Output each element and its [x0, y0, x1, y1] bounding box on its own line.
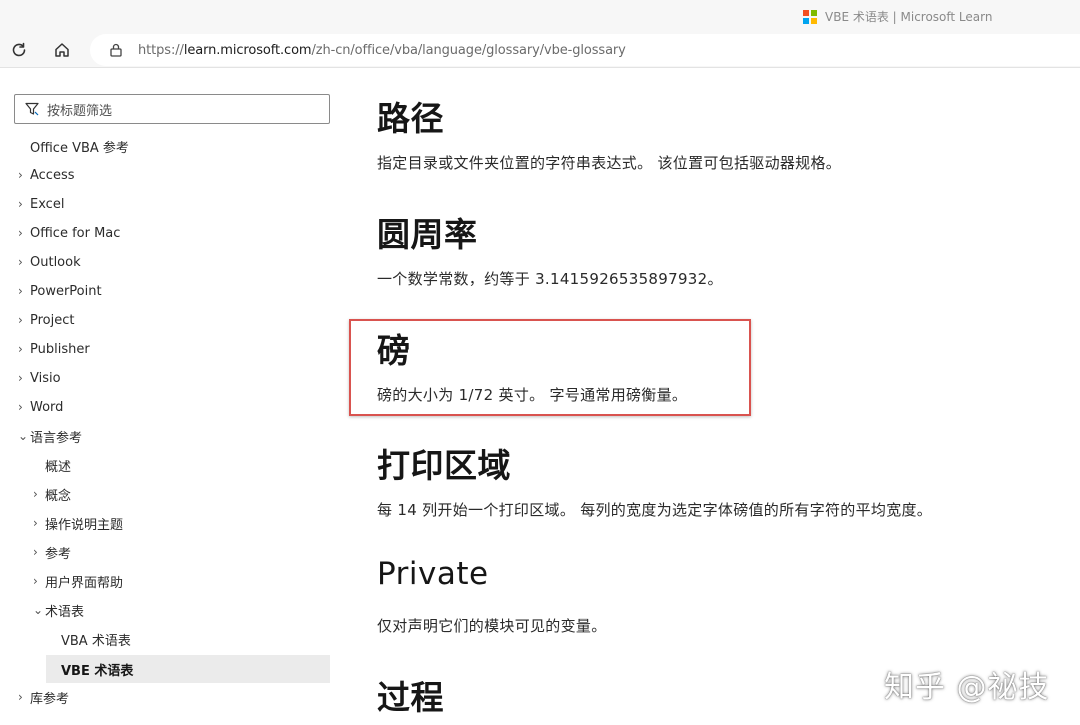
chevron-right-icon: ›	[33, 574, 38, 588]
toc-item-language-reference[interactable]: ⌄ 语言参考	[18, 424, 82, 448]
toc-item-office-for-mac[interactable]: › Office for Mac	[18, 221, 120, 245]
term-heading: 打印区域	[377, 446, 511, 485]
toc-item-office-vba[interactable]: Office VBA 参考	[30, 134, 129, 158]
address-bar[interactable]: https://learn.microsoft.com/zh-cn/office…	[90, 34, 1080, 66]
toc-item-vbe-glossary[interactable]: VBE 术语表	[46, 655, 330, 683]
toc-item-ui-help[interactable]: › 用户界面帮助	[33, 569, 123, 593]
chevron-right-icon: ›	[18, 284, 23, 298]
chevron-right-icon: ›	[18, 255, 23, 269]
browser-chrome: VBE 术语表 | Microsoft Learn https://learn.…	[0, 0, 1080, 68]
term-heading: 过程	[377, 678, 444, 717]
toc-item-glossary[interactable]: ⌄ 术语表	[33, 598, 84, 622]
toc-item-outlook[interactable]: › Outlook	[18, 250, 81, 274]
term-definition: 每 14 列开始一个打印区域。 每列的宽度为选定字体磅值的所有字符的平均宽度。	[377, 501, 933, 519]
toc-item-visio[interactable]: › Visio	[18, 366, 61, 390]
tab-title: VBE 术语表 | Microsoft Learn	[825, 10, 993, 24]
term-heading: Private	[377, 556, 489, 592]
chevron-right-icon: ›	[18, 342, 23, 356]
microsoft-logo	[803, 9, 817, 24]
home-icon[interactable]	[51, 39, 73, 61]
term-heading: 路径	[377, 99, 444, 138]
chevron-right-icon: ›	[33, 545, 38, 559]
chevron-right-icon: ›	[18, 226, 23, 240]
refresh-icon[interactable]	[8, 39, 30, 61]
chevron-right-icon: ›	[18, 197, 23, 211]
chevron-right-icon: ›	[33, 516, 38, 530]
chevron-right-icon: ›	[18, 400, 23, 414]
toc-item-vba-glossary[interactable]: VBA 术语表	[61, 627, 131, 651]
chevron-right-icon: ›	[18, 690, 23, 704]
lock-icon	[110, 43, 122, 57]
toc-item-word[interactable]: › Word	[18, 395, 63, 419]
highlight-annotation-box	[349, 319, 751, 416]
term-heading: 圆周率	[377, 215, 478, 254]
toc-item-library-reference[interactable]: › 库参考	[18, 685, 69, 709]
chevron-down-icon: ⌄	[18, 429, 29, 443]
filter-icon	[25, 102, 39, 116]
term-definition: 仅对声明它们的模块可见的变量。	[377, 617, 607, 635]
toc-item-overview[interactable]: 概述	[45, 453, 71, 477]
toc-item-project[interactable]: › Project	[18, 308, 74, 332]
chevron-right-icon: ›	[18, 168, 23, 182]
chevron-right-icon: ›	[33, 487, 38, 501]
term-definition: 指定目录或文件夹位置的字符串表达式。 该位置可包括驱动器规格。	[377, 154, 842, 172]
chevron-down-icon: ⌄	[33, 603, 44, 617]
toc-item-powerpoint[interactable]: › PowerPoint	[18, 279, 102, 303]
chevron-right-icon: ›	[18, 371, 23, 385]
toc-sidebar: 按标题筛选 Office VBA 参考 › Access › Excel › Offi…	[0, 68, 345, 725]
url-text: https://learn.microsoft.com/zh-cn/office…	[138, 42, 626, 58]
toc-item-access[interactable]: › Access	[18, 163, 75, 187]
toc-item-publisher[interactable]: › Publisher	[18, 337, 90, 361]
filter-placeholder: 按标题筛选	[47, 103, 113, 119]
toc-item-how-to[interactable]: › 操作说明主题	[33, 511, 123, 535]
toc-item-excel[interactable]: › Excel	[18, 192, 64, 216]
filter-input[interactable]: 按标题筛选	[14, 94, 330, 124]
chevron-right-icon: ›	[18, 313, 23, 327]
term-definition: 一个数学常数，约等于 3.1415926535897932。	[377, 270, 723, 288]
browser-tab[interactable]: VBE 术语表 | Microsoft Learn	[803, 8, 992, 25]
toc-item-reference[interactable]: › 参考	[33, 540, 71, 564]
toc-item-concepts[interactable]: › 概念	[33, 482, 71, 506]
zhihu-watermark: 知乎 @祕技	[884, 670, 1050, 705]
